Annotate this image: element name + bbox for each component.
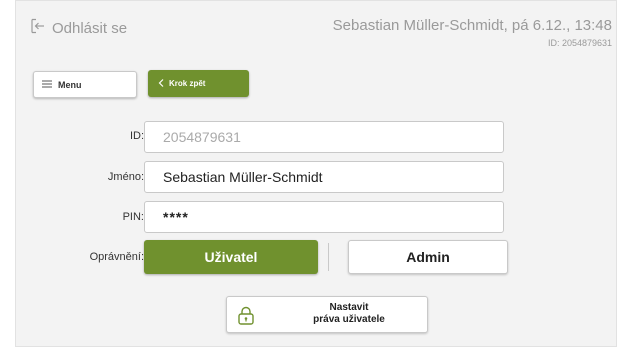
name-field[interactable]: Sebastian Müller-Schmidt [144,161,504,193]
user-info: Sebastian Müller-Schmidt, pá 6.12., 13:4… [332,17,612,34]
logout-arrow-icon [30,18,52,38]
user-id: ID: 2054879631 [547,38,612,48]
pin-field[interactable]: **** [144,201,504,233]
logout-link[interactable]: Odhlásit se [30,18,127,38]
rights-line1: Nastavit [329,302,369,313]
name-label: Jméno: [107,171,144,183]
id-field[interactable]: 2054879631 [144,121,504,153]
set-user-rights-label: Nastavit práva uživatele [279,302,419,326]
lock-icon [237,306,255,330]
back-button[interactable]: Krok zpět [148,70,249,97]
set-user-rights-button[interactable]: Nastavit práva uživatele [226,296,428,333]
menu-label: Menu [58,79,82,90]
id-label: ID: [129,130,144,142]
back-label: Krok zpět [169,79,206,88]
menu-button[interactable]: Menu [33,71,137,98]
screen: Odhlásit se Sebastian Müller-Schmidt, pá… [0,0,627,358]
permission-admin-button[interactable]: Admin [348,240,508,274]
pin-label: PIN: [122,211,144,223]
chevron-left-icon [158,78,164,89]
rights-line2: práva uživatele [313,314,385,325]
segment-divider [328,243,329,271]
logout-label: Odhlásit se [52,19,128,37]
permission-user-button[interactable]: Uživatel [144,240,318,274]
permissions-label: Oprávnění: [89,251,144,263]
hamburger-icon [42,80,52,90]
